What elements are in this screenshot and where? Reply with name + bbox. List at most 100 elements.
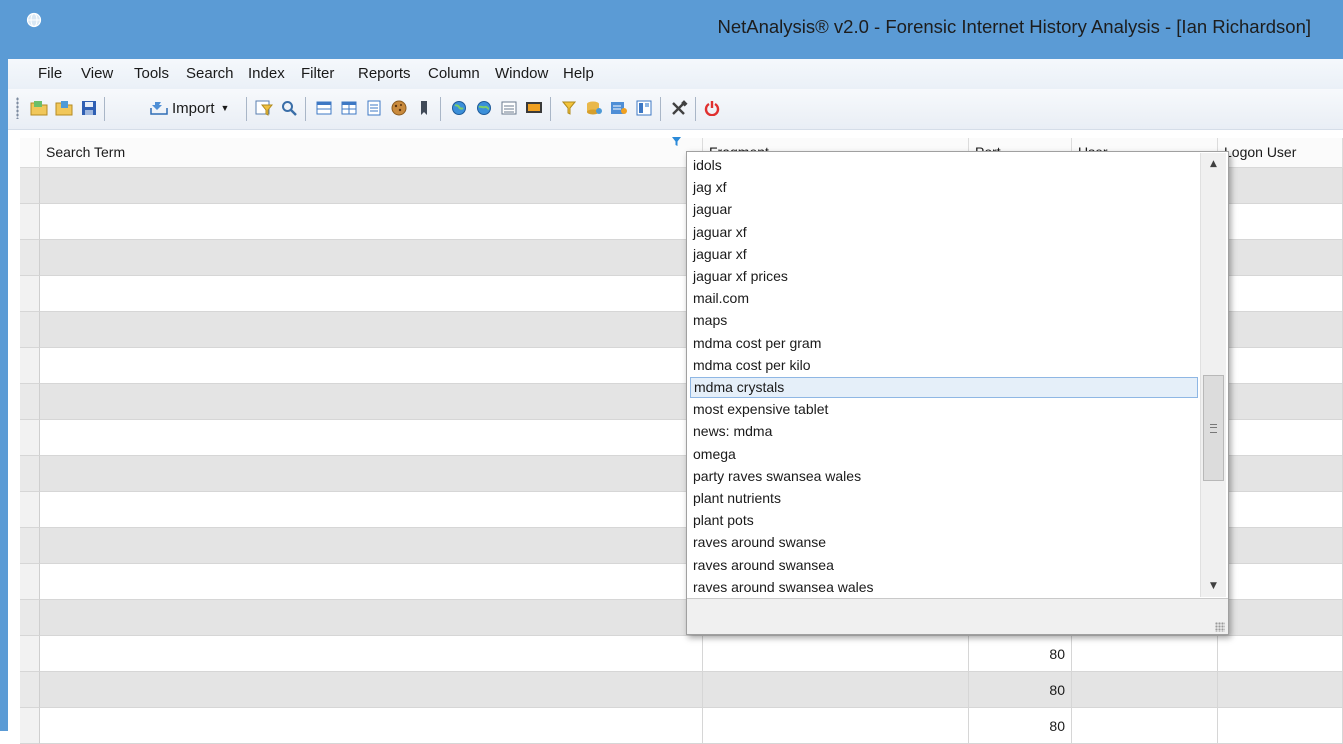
table-row[interactable]: 80 — [40, 636, 1343, 672]
logon-user-cell — [1218, 420, 1343, 455]
search-term-cell — [40, 456, 703, 491]
menu-search[interactable]: Search — [186, 65, 234, 82]
column-filter-icon[interactable] — [672, 137, 681, 147]
row-header[interactable] — [20, 456, 40, 492]
filter-list-item[interactable]: jaguar — [690, 199, 1198, 220]
logon-user-cell — [1218, 456, 1343, 491]
filter-list-item[interactable]: jaguar xf — [690, 244, 1198, 265]
filter-list-item[interactable]: jag xf — [690, 177, 1198, 198]
dropdown-scrollbar[interactable]: ▲ ▼ — [1200, 153, 1226, 597]
row-header[interactable] — [20, 240, 40, 276]
filter-query-icon[interactable] — [253, 97, 275, 119]
row-header[interactable] — [20, 384, 40, 420]
filter-list-item[interactable]: raves around swansea wales — [690, 577, 1198, 598]
port-cell: 80 — [969, 672, 1072, 707]
column-header-search-term[interactable]: Search Term — [40, 138, 703, 168]
filter-list-item[interactable]: maps — [690, 310, 1198, 331]
import-button[interactable]: Import ▼ — [149, 97, 229, 119]
filter-values-list[interactable]: idols jag xf jaguar jaguar xf jaguar xf jagua… — [687, 152, 1199, 598]
menu-window[interactable]: Window — [495, 65, 548, 82]
search-term-cell — [40, 420, 703, 455]
filter-list-item[interactable]: jaguar xf — [690, 222, 1198, 243]
chevron-down-icon: ▼ — [220, 103, 230, 113]
split-view-icon[interactable] — [338, 97, 360, 119]
filter-icon[interactable] — [558, 97, 580, 119]
toolbar-grip[interactable] — [16, 97, 19, 119]
filter-list-item[interactable]: mdma cost per gram — [690, 333, 1198, 354]
cookie-icon[interactable] — [388, 97, 410, 119]
fragment-cell — [703, 708, 969, 743]
page-view-icon[interactable] — [363, 97, 385, 119]
filter-list-item[interactable]: raves around swansea — [690, 555, 1198, 576]
globe-icon[interactable] — [473, 97, 495, 119]
menu-filter[interactable]: Filter — [301, 65, 334, 82]
column-filter-dropdown[interactable]: idols jag xf jaguar jaguar xf jaguar xf jagua… — [686, 151, 1229, 635]
logon-user-cell — [1218, 240, 1343, 275]
row-header[interactable] — [20, 564, 40, 600]
open-file-icon[interactable] — [53, 97, 75, 119]
row-header[interactable] — [20, 492, 40, 528]
report-icon[interactable] — [608, 97, 630, 119]
logon-user-cell — [1218, 672, 1343, 707]
row-header[interactable] — [20, 168, 40, 204]
row-header[interactable] — [20, 204, 40, 240]
filter-list-item[interactable]: news: mdma — [690, 421, 1198, 442]
row-header[interactable] — [20, 636, 40, 672]
bookmark-icon[interactable] — [413, 97, 435, 119]
list-icon[interactable] — [498, 97, 520, 119]
search-term-cell — [40, 528, 703, 563]
row-header[interactable] — [20, 708, 40, 744]
filter-list-item[interactable]: mail.com — [690, 288, 1198, 309]
filter-list-item[interactable]: most expensive tablet — [690, 399, 1198, 420]
menu-index[interactable]: Index — [248, 65, 285, 82]
save-icon[interactable] — [78, 97, 100, 119]
filter-list-item[interactable]: party raves swansea wales — [690, 466, 1198, 487]
column-header-logon-user[interactable]: Logon User — [1218, 138, 1343, 168]
menu-column[interactable]: Column — [428, 65, 480, 82]
table-row[interactable]: 80 — [40, 672, 1343, 708]
filter-list-item[interactable]: mdma crystals — [690, 377, 1198, 398]
row-header[interactable] — [20, 672, 40, 708]
open-folder-icon[interactable] — [28, 97, 50, 119]
scroll-down-arrow[interactable]: ▼ — [1201, 575, 1226, 597]
power-icon[interactable] — [701, 97, 723, 119]
filter-list-item[interactable]: omega — [690, 444, 1198, 465]
row-header[interactable] — [20, 276, 40, 312]
menu-tools[interactable]: Tools — [134, 65, 169, 82]
filter-list-item[interactable]: idols — [690, 155, 1198, 176]
fragment-cell — [703, 636, 969, 671]
row-header[interactable] — [20, 312, 40, 348]
search-icon[interactable] — [278, 97, 300, 119]
panel-icon[interactable] — [633, 97, 655, 119]
import-label: Import — [172, 99, 215, 117]
toolbar-separator — [305, 97, 306, 121]
row-header[interactable] — [20, 528, 40, 564]
scroll-thumb[interactable] — [1203, 375, 1224, 481]
menu-help[interactable]: Help — [563, 65, 594, 82]
row-header[interactable] — [20, 600, 40, 636]
filter-list-item[interactable]: raves around swanse — [690, 532, 1198, 553]
row-header[interactable] — [20, 348, 40, 384]
menu-file[interactable]: File — [38, 65, 62, 82]
table-row[interactable]: 80 — [40, 708, 1343, 744]
monitor-icon[interactable] — [523, 97, 545, 119]
resize-grip[interactable] — [1215, 622, 1225, 632]
logon-user-cell — [1218, 600, 1343, 635]
globe-refresh-icon[interactable] — [448, 97, 470, 119]
row-header[interactable] — [20, 420, 40, 456]
tools-icon[interactable] — [668, 97, 690, 119]
logon-user-cell — [1218, 312, 1343, 347]
database-icon[interactable] — [583, 97, 605, 119]
table-view-icon[interactable] — [313, 97, 335, 119]
filter-list-item[interactable]: jaguar xf prices — [690, 266, 1198, 287]
window-title: NetAnalysis® v2.0 - Forensic Internet Hi… — [717, 16, 1311, 37]
scroll-up-arrow[interactable]: ▲ — [1201, 153, 1226, 175]
filter-list-item[interactable]: plant nutrients — [690, 488, 1198, 509]
filter-list-item[interactable]: mdma cost per kilo — [690, 355, 1198, 376]
toolbar-separator — [660, 97, 661, 121]
fragment-cell — [703, 672, 969, 707]
menu-reports[interactable]: Reports — [358, 65, 411, 82]
menu-view[interactable]: View — [81, 65, 113, 82]
port-cell: 80 — [969, 708, 1072, 743]
filter-list-item[interactable]: plant pots — [690, 510, 1198, 531]
